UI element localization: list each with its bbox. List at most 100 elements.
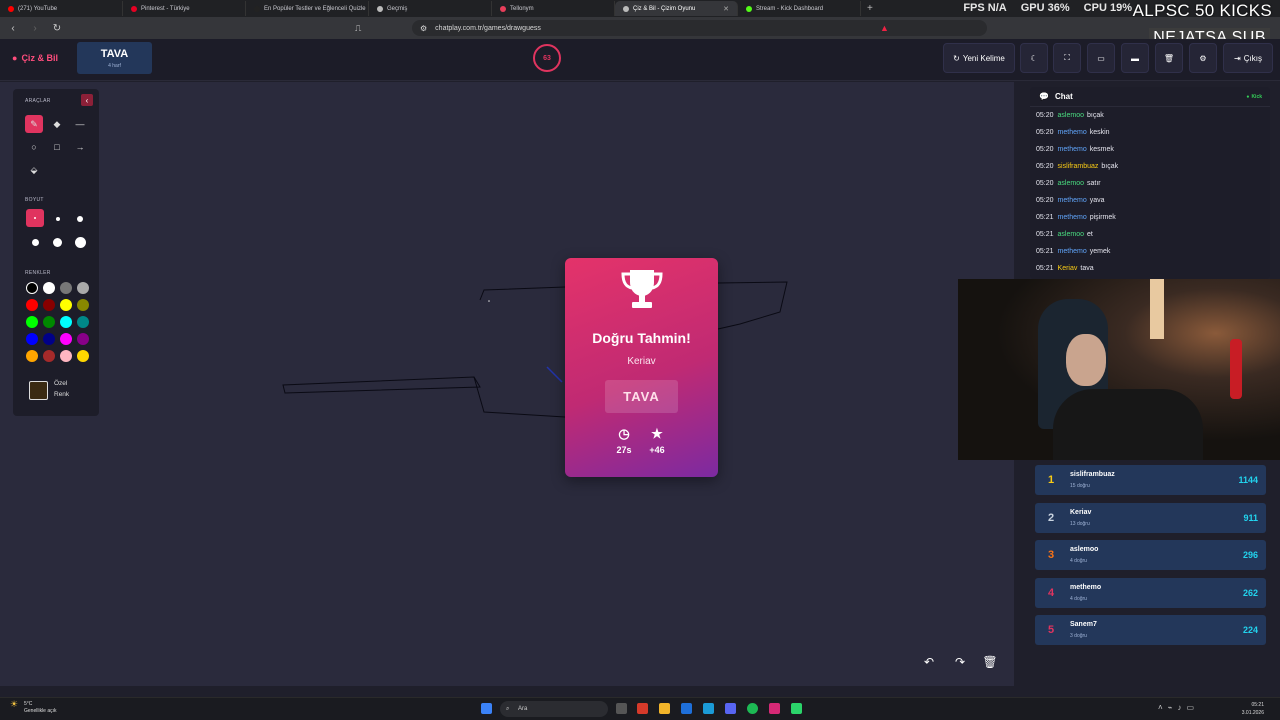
- color-swatch[interactable]: [60, 282, 72, 294]
- theme-button[interactable]: ☾: [1020, 43, 1048, 73]
- task-view-icon[interactable]: [616, 703, 627, 714]
- size-5-button[interactable]: [53, 238, 62, 247]
- message-user[interactable]: aslemoo: [1058, 231, 1084, 238]
- rectangle-tool[interactable]: □: [48, 138, 66, 156]
- browser-tab[interactable]: Pinterest - Türkiye: [123, 1, 246, 16]
- color-swatch[interactable]: [60, 316, 72, 328]
- color-swatch[interactable]: [77, 333, 89, 345]
- weather-widget[interactable]: ☀ 5°C Genellikle açık: [10, 700, 57, 715]
- color-swatch[interactable]: [77, 316, 89, 328]
- chat-message: 05:20 sisliframbuaz bıçak: [1030, 158, 1270, 175]
- color-swatch[interactable]: [60, 350, 72, 362]
- app-logo[interactable]: ● Çiz & Bil: [12, 53, 58, 63]
- message-user[interactable]: methemo: [1058, 214, 1087, 221]
- color-swatch[interactable]: [77, 350, 89, 362]
- exit-button[interactable]: ⇥ Çıkış: [1223, 43, 1273, 73]
- message-user[interactable]: aslemoo: [1058, 112, 1084, 119]
- clear-button[interactable]: 🗑: [1155, 43, 1183, 73]
- circle-tool[interactable]: ○: [25, 138, 43, 156]
- browser-tab[interactable]: (271) YouTube: [0, 1, 123, 16]
- color-swatch[interactable]: [43, 316, 55, 328]
- clear-canvas-button[interactable]: 🗑: [980, 653, 1000, 671]
- browser-tab[interactable]: Çiz & Bil - Çizim Oyunu ✕: [615, 1, 738, 16]
- telegram-icon[interactable]: [703, 703, 714, 714]
- close-tab-icon[interactable]: ✕: [723, 5, 729, 13]
- battery-icon[interactable]: ▭: [1187, 703, 1200, 712]
- redo-button[interactable]: ↷: [950, 653, 970, 671]
- settings-button[interactable]: ⚙: [1189, 43, 1217, 73]
- keyboard-button[interactable]: ▭: [1087, 43, 1115, 73]
- spotify-icon[interactable]: [747, 703, 758, 714]
- forward-icon[interactable]: ›: [28, 23, 42, 34]
- color-swatch[interactable]: [60, 333, 72, 345]
- chat-message: 05:20 methemo yava: [1030, 192, 1270, 209]
- word-hint: 4 harf: [108, 63, 121, 69]
- arrow-tool[interactable]: →: [71, 138, 89, 156]
- back-icon[interactable]: ‹: [6, 23, 20, 34]
- file-explorer-icon[interactable]: [659, 703, 670, 714]
- message-user[interactable]: aslemoo: [1058, 180, 1084, 187]
- color-swatch[interactable]: [26, 333, 38, 345]
- line-tool[interactable]: —: [71, 115, 89, 133]
- discord-icon[interactable]: [725, 703, 736, 714]
- color-swatch[interactable]: [43, 350, 55, 362]
- browser-tab[interactable]: En Popüler Testler ve Eğlenceli Quizle: [246, 1, 369, 16]
- browser-icon[interactable]: [637, 703, 648, 714]
- collapse-panel-button[interactable]: ‹: [81, 94, 93, 106]
- mail-icon[interactable]: [681, 703, 692, 714]
- size-4-button[interactable]: [32, 239, 39, 246]
- color-swatch[interactable]: [43, 282, 55, 294]
- color-swatch[interactable]: [43, 299, 55, 311]
- windows-start-icon[interactable]: [481, 703, 492, 714]
- color-swatch[interactable]: [26, 282, 38, 294]
- color-swatch[interactable]: [77, 299, 89, 311]
- new-tab-button[interactable]: +: [861, 3, 879, 14]
- pencil-tool[interactable]: ✎: [25, 115, 43, 133]
- custom-color-label: Özel Renk: [54, 380, 70, 398]
- size-3-button[interactable]: [77, 216, 83, 222]
- drawing-canvas[interactable]: [0, 82, 1014, 686]
- browser-tab[interactable]: Geçmiş: [369, 1, 492, 16]
- undo-button[interactable]: ↶: [919, 653, 939, 671]
- network-icon[interactable]: ⌁: [1168, 703, 1178, 712]
- size-6-button[interactable]: [75, 237, 86, 248]
- browser-tab[interactable]: Tellonym: [492, 1, 615, 16]
- color-swatch[interactable]: [26, 350, 38, 362]
- color-swatch[interactable]: [43, 333, 55, 345]
- new-word-button[interactable]: ↻ Yeni Kelime: [943, 43, 1015, 73]
- site-info-icon[interactable]: ⚙: [420, 24, 427, 33]
- bookmark-icon[interactable]: ⎍: [355, 23, 361, 34]
- color-swatch[interactable]: [77, 282, 89, 294]
- taskbar-search[interactable]: ⌕ Ara: [500, 701, 608, 717]
- message-user[interactable]: methemo: [1058, 248, 1087, 255]
- kick-icon[interactable]: [791, 703, 802, 714]
- current-word-card: TAVA 4 harf: [77, 42, 152, 74]
- fullscreen-button[interactable]: ⛶: [1053, 43, 1081, 73]
- layout-button[interactable]: ▬: [1121, 43, 1149, 73]
- color-swatch[interactable]: [60, 299, 72, 311]
- color-swatch[interactable]: [26, 316, 38, 328]
- fill-tool[interactable]: ⬙: [25, 161, 43, 179]
- url-field[interactable]: ⚙ chatplay.com.tr/games/drawguess: [412, 20, 987, 36]
- message-user[interactable]: methemo: [1058, 197, 1087, 204]
- eraser-tool[interactable]: ◆: [48, 115, 66, 133]
- leaderboard-row: 1 sisliframbuaz 15 doğru 1144: [1035, 465, 1266, 495]
- eraser-icon: ◆: [53, 118, 61, 129]
- message-user[interactable]: sisliframbuaz: [1058, 163, 1099, 170]
- instagram-icon[interactable]: [769, 703, 780, 714]
- message-user[interactable]: Keriav: [1058, 265, 1078, 272]
- color-swatch[interactable]: [26, 299, 38, 311]
- speaker-icon[interactable]: ♪: [1178, 703, 1187, 712]
- taskbar-clock[interactable]: 05:21 3.01.2026: [1242, 701, 1264, 717]
- size-1-button[interactable]: [26, 209, 44, 227]
- browser-tab[interactable]: Stream - Kick Dashboard: [738, 1, 861, 16]
- chevron-up-icon[interactable]: ˄: [1158, 703, 1168, 712]
- message-user[interactable]: methemo: [1058, 146, 1087, 153]
- extensions-icon[interactable]: ▲: [880, 23, 889, 33]
- custom-color-button[interactable]: [29, 381, 48, 400]
- size-2-button[interactable]: [56, 217, 60, 221]
- reload-icon[interactable]: ↻: [50, 23, 64, 34]
- message-text: pişirmek: [1089, 214, 1116, 221]
- player-name: aslemoo: [1070, 546, 1099, 553]
- message-user[interactable]: methemo: [1058, 129, 1087, 136]
